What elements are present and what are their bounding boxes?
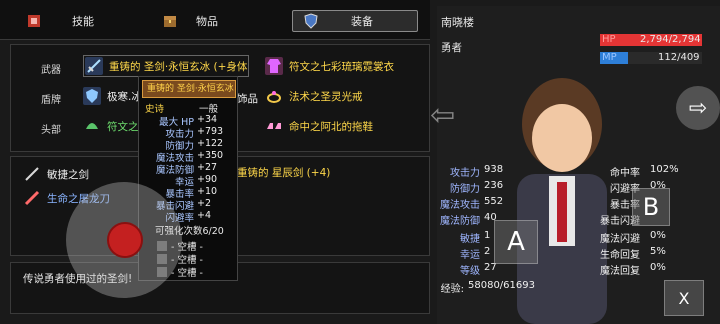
equip-weapon-name: 重铸的 圣剑·永恒玄冰 (+身体 (109, 60, 248, 73)
equip-armor[interactable]: 符文之七彩琉璃霓裳衣 (265, 57, 394, 75)
slot-label-shield: 盾牌 (41, 95, 61, 106)
arrow-right-icon[interactable]: ⇨ (676, 86, 720, 130)
button-b-label: B (642, 193, 660, 221)
button-a-label: A (507, 227, 525, 257)
character-class: 勇者 (441, 42, 462, 54)
char-stat: 魔法攻击 552 (428, 196, 503, 211)
equip-head[interactable]: 符文之 (83, 117, 139, 135)
stat-value: 938 (484, 164, 504, 175)
exp-label: 经验: (440, 284, 464, 295)
sword-icon (23, 165, 41, 183)
stat-key: 防御力 (450, 184, 480, 195)
inventory-item-2[interactable]: 重铸的 星辰剑 (+4) (237, 165, 330, 180)
stat-value: 1 (484, 230, 491, 241)
equip-shoes-name: 命中之阿北的拖鞋 (289, 120, 373, 133)
arrow-left-icon[interactable]: ⇦ (430, 98, 455, 133)
slot-label-head: 头部 (41, 125, 61, 136)
robe-icon (265, 57, 283, 75)
stat-key: 魔法防御 (440, 216, 480, 227)
stat-key: 魔法回复 (600, 266, 640, 277)
accessory-slot-label: 饰品 (237, 93, 258, 105)
stat-value: 236 (484, 180, 504, 191)
blade-icon (23, 189, 41, 207)
tab-bar: 技能 物品 装备 (0, 0, 430, 40)
equip-ring-name: 法术之圣灵光戒 (289, 90, 363, 103)
tab-items-label: 物品 (196, 15, 218, 28)
stat-key: 魔法攻击 (440, 200, 480, 211)
ice-shield-icon (83, 87, 101, 105)
stat-value: 5% (650, 246, 666, 257)
joystick-knob[interactable] (107, 222, 143, 258)
equip-shield[interactable]: 极寒.冰 (83, 87, 142, 105)
char-stat-right: 命中率 102% (592, 164, 690, 179)
char-stat: 魔法防御 40 (428, 212, 497, 227)
mp-value: 112/409 (658, 52, 700, 63)
hp-label: HP (602, 34, 616, 45)
char-stat: 攻击力 938 (428, 164, 503, 179)
tooltip-rarity-label: 史诗 (145, 104, 165, 115)
equip-weapon[interactable]: 重铸的 圣剑·永恒玄冰 (+身体 (83, 55, 250, 77)
shield-icon (303, 13, 319, 29)
equip-shoes[interactable]: 命中之阿北的拖鞋 (265, 117, 373, 135)
char-stat-right: 魔法回复 0% (592, 262, 690, 277)
mp-label: MP (602, 52, 617, 63)
stat-value: 0% (650, 230, 666, 241)
stat-key: 命中率 (610, 168, 640, 179)
character-name: 南晓楼 (441, 16, 474, 29)
stat-key: 等级 (460, 266, 480, 277)
button-a[interactable]: A (494, 220, 538, 264)
char-stat: 敏捷 1 (428, 230, 490, 245)
socket-label: - 空槽 - (171, 268, 203, 279)
stat-key: 魔法闪避 (600, 234, 640, 245)
button-x[interactable]: X (664, 280, 704, 316)
button-b[interactable]: B (632, 188, 670, 226)
tab-equipment[interactable]: 装备 (292, 10, 418, 32)
exp-row: 经验: 58080/61693 (440, 280, 535, 295)
stat-value: 102% (650, 164, 679, 175)
char-stat: 幸运 2 (428, 246, 490, 261)
slot-label-weapon: 武器 (41, 65, 61, 76)
tab-items[interactable]: 物品 (162, 10, 218, 32)
inventory-item-2-name: 重铸的 星辰剑 (+4) (237, 167, 331, 179)
tab-skills[interactable]: 技能 (26, 10, 94, 32)
hp-value: 2,794/2,794 (640, 34, 701, 45)
tooltip-rarity: 史诗 一般 (139, 101, 239, 115)
stat-key: 攻击力 (450, 168, 480, 179)
inventory-item-1[interactable]: 敏捷之剑 (23, 165, 89, 183)
shoes-icon (265, 117, 283, 135)
helmet-icon (83, 117, 101, 135)
ring-icon (265, 87, 283, 105)
equip-shield-name: 极寒.冰 (107, 90, 142, 103)
stat-value: 2 (484, 246, 491, 257)
stat-value: 552 (484, 196, 504, 207)
equip-head-name: 符文之 (107, 120, 139, 133)
tab-skills-label: 技能 (72, 15, 94, 28)
stat-value: 0% (650, 262, 666, 273)
char-stat: 等级 27 (428, 262, 497, 277)
char-stat: 防御力 236 (428, 180, 503, 195)
exp-value: 58080/61693 (468, 280, 535, 291)
inventory-item-1-name: 敏捷之剑 (47, 168, 89, 181)
skill-book-icon (26, 13, 42, 29)
button-x-label: X (678, 288, 690, 308)
chest-icon (162, 13, 178, 29)
stat-key: 幸运 (460, 250, 480, 261)
char-stat-right: 魔法闪避 0% (592, 230, 690, 245)
equip-ring[interactable]: 法术之圣灵光戒 (265, 87, 363, 105)
tooltip-rarity-value: 一般 (199, 104, 219, 115)
stat-key: 生命回复 (600, 250, 640, 261)
stat-key: 敏捷 (460, 234, 480, 245)
char-stat-right: 生命回复 5% (592, 246, 690, 261)
tooltip-title: 重铸的 圣剑·永恒玄冰 (+4) (142, 80, 236, 98)
stat-value: +4 (197, 210, 212, 221)
sword-icon (85, 57, 103, 75)
tab-equipment-label: 装备 (351, 15, 373, 28)
stat-value: 27 (484, 262, 497, 273)
equip-armor-name: 符文之七彩琉璃霓裳衣 (289, 60, 394, 73)
